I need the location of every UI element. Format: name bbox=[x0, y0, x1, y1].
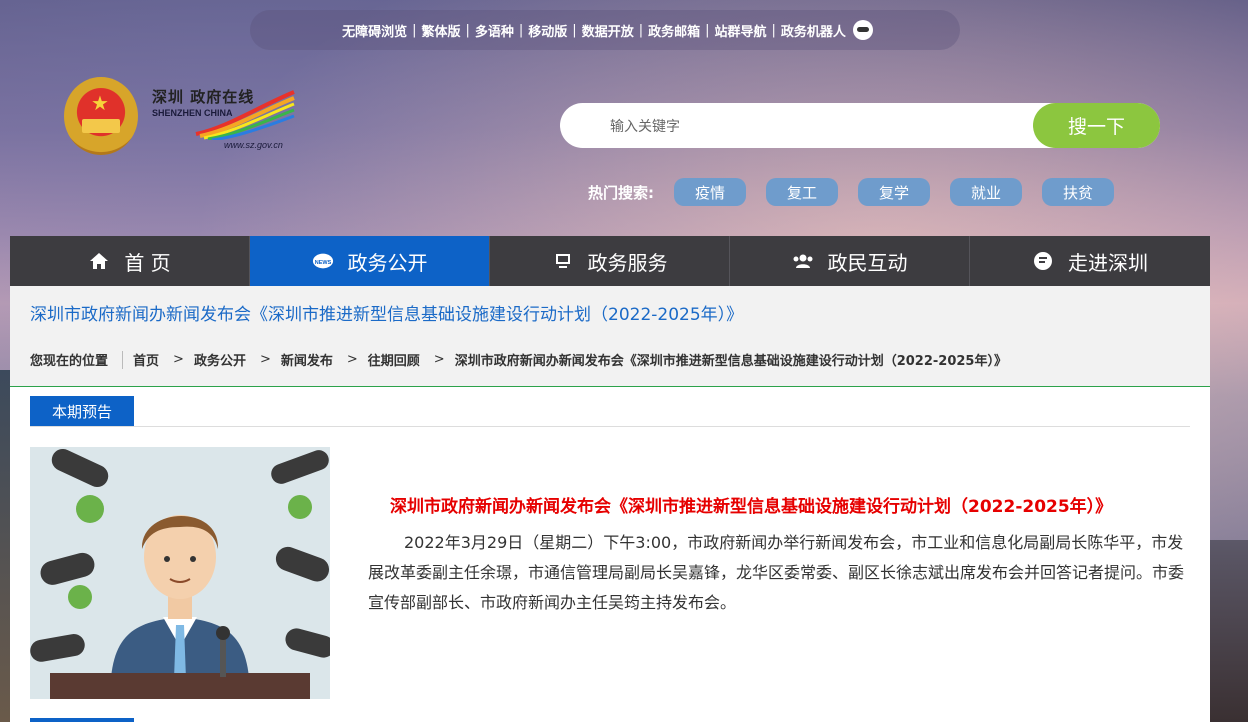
link-gov-mail[interactable]: 政务邮箱 bbox=[643, 21, 705, 40]
breadcrumb-separator: > bbox=[259, 352, 271, 367]
breadcrumb-separator: > bbox=[173, 352, 184, 367]
divider bbox=[122, 350, 124, 369]
breadcrumb-news[interactable]: 新闻发布 bbox=[281, 350, 333, 369]
nav-interaction-label: 政民互动 bbox=[827, 250, 908, 275]
link-multilingual[interactable]: 多语种 bbox=[470, 21, 519, 40]
main-nav: 首 页 NEWS 政务公开 政务服务 政民互动 走进深圳 bbox=[10, 236, 1210, 286]
hot-tag[interactable]: 就业 bbox=[950, 178, 1022, 206]
breadcrumb-home[interactable]: 首页 bbox=[133, 350, 159, 369]
breadcrumb-archive[interactable]: 往期回顾 bbox=[368, 350, 420, 369]
monitor-icon bbox=[552, 250, 574, 272]
link-accessibility[interactable]: 无障碍浏览 bbox=[337, 21, 412, 40]
next-section-tab bbox=[30, 718, 134, 722]
article-title[interactable]: 深圳市政府新闻办新闻发布会《深圳市推进新型信息基础设施建设行动计划（2022-2… bbox=[390, 492, 1170, 517]
breadcrumb-gov-affairs[interactable]: 政务公开 bbox=[194, 350, 246, 369]
page-title[interactable]: 深圳市政府新闻办新闻发布会《深圳市推进新型信息基础设施建设行动计划（2022-2… bbox=[30, 300, 743, 325]
link-open-data[interactable]: 数据开放 bbox=[577, 21, 639, 40]
site-logo-url: www.sz.gov.cn bbox=[224, 140, 283, 150]
national-emblem-logo bbox=[64, 77, 138, 155]
nav-about-shenzhen-label: 走进深圳 bbox=[1068, 250, 1148, 275]
chat-icon bbox=[1032, 250, 1054, 272]
hot-tag[interactable]: 疫情 bbox=[674, 178, 746, 206]
background-building-left bbox=[0, 370, 10, 722]
hot-tag[interactable]: 复学 bbox=[858, 178, 930, 206]
section-tab-preview[interactable]: 本期预告 bbox=[30, 396, 134, 426]
hot-tag[interactable]: 扶贫 bbox=[1042, 178, 1114, 206]
home-icon bbox=[88, 250, 110, 272]
svg-text:NEWS: NEWS bbox=[314, 260, 331, 266]
link-traditional[interactable]: 繁体版 bbox=[416, 21, 465, 40]
content-panel: 深圳市政府新闻办新闻发布会《深圳市推进新型信息基础设施建设行动计划（2022-2… bbox=[10, 286, 1210, 722]
spokesman-illustration bbox=[30, 447, 330, 699]
nav-gov-affairs-label: 政务公开 bbox=[347, 250, 428, 275]
people-icon bbox=[792, 250, 814, 272]
search-box: 搜一下 bbox=[560, 103, 1160, 150]
nav-gov-services-label: 政务服务 bbox=[587, 250, 668, 275]
nav-interaction[interactable]: 政民互动 bbox=[730, 236, 970, 286]
search-button[interactable]: 搜一下 bbox=[1033, 103, 1160, 148]
breadcrumb-separator: > bbox=[433, 352, 445, 367]
nav-home-label: 首 页 bbox=[124, 250, 171, 275]
link-mobile[interactable]: 移动版 bbox=[523, 21, 572, 40]
hot-tag[interactable]: 复工 bbox=[766, 178, 838, 206]
robot-icon[interactable] bbox=[852, 20, 873, 40]
title-bar: 深圳市政府新闻办新闻发布会《深圳市推进新型信息基础设施建设行动计划（2022-2… bbox=[10, 286, 1210, 387]
breadcrumb-current: 深圳市政府新闻办新闻发布会《深圳市推进新型信息基础设施建设行动计划（2022-2… bbox=[454, 354, 1007, 369]
nav-gov-affairs[interactable]: NEWS 政务公开 bbox=[250, 236, 490, 286]
nav-gov-services[interactable]: 政务服务 bbox=[490, 236, 730, 286]
site-logo-cn: 深圳 政府在线 bbox=[152, 88, 255, 106]
link-gov-robot[interactable]: 政务机器人 bbox=[776, 21, 851, 40]
site-logo-en: SHENZHEN CHINA bbox=[152, 108, 233, 118]
link-site-nav[interactable]: 站群导航 bbox=[710, 21, 772, 40]
background-building-right bbox=[1210, 540, 1248, 722]
site-logo[interactable]: 深圳 政府在线 SHENZHEN CHINA www.sz.gov.cn bbox=[150, 84, 300, 156]
news-icon: NEWS bbox=[312, 250, 334, 272]
article-body: 2022年3月29日（星期二）下午3:00，市政府新闻办举行新闻发布会，市工业和… bbox=[368, 528, 1186, 618]
breadcrumb: 您现在的位置 首页 > 政务公开 > 新闻发布 > 往期回顾 > 深圳市政府新闻… bbox=[30, 350, 1007, 369]
nav-about-shenzhen[interactable]: 走进深圳 bbox=[970, 236, 1210, 286]
press-conference-image bbox=[30, 447, 330, 699]
breadcrumb-separator: > bbox=[346, 352, 358, 367]
hot-search: 热门搜索: 疫情 复工 复学 就业 扶贫 bbox=[588, 178, 1134, 206]
search-input[interactable] bbox=[608, 103, 1012, 150]
hot-search-label: 热门搜索: bbox=[588, 183, 654, 202]
article-body-text: 2022年3月29日（星期二）下午3:00，市政府新闻办举行新闻发布会，市工业和… bbox=[368, 533, 1185, 612]
breadcrumb-label: 您现在的位置 bbox=[30, 354, 109, 369]
nav-home[interactable]: 首 页 bbox=[10, 236, 250, 286]
top-links-bar: 无障碍浏览 | 繁体版 | 多语种 | 移动版 | 数据开放 | 政务邮箱 | … bbox=[250, 10, 960, 50]
section-header: 本期预告 bbox=[30, 396, 1190, 427]
